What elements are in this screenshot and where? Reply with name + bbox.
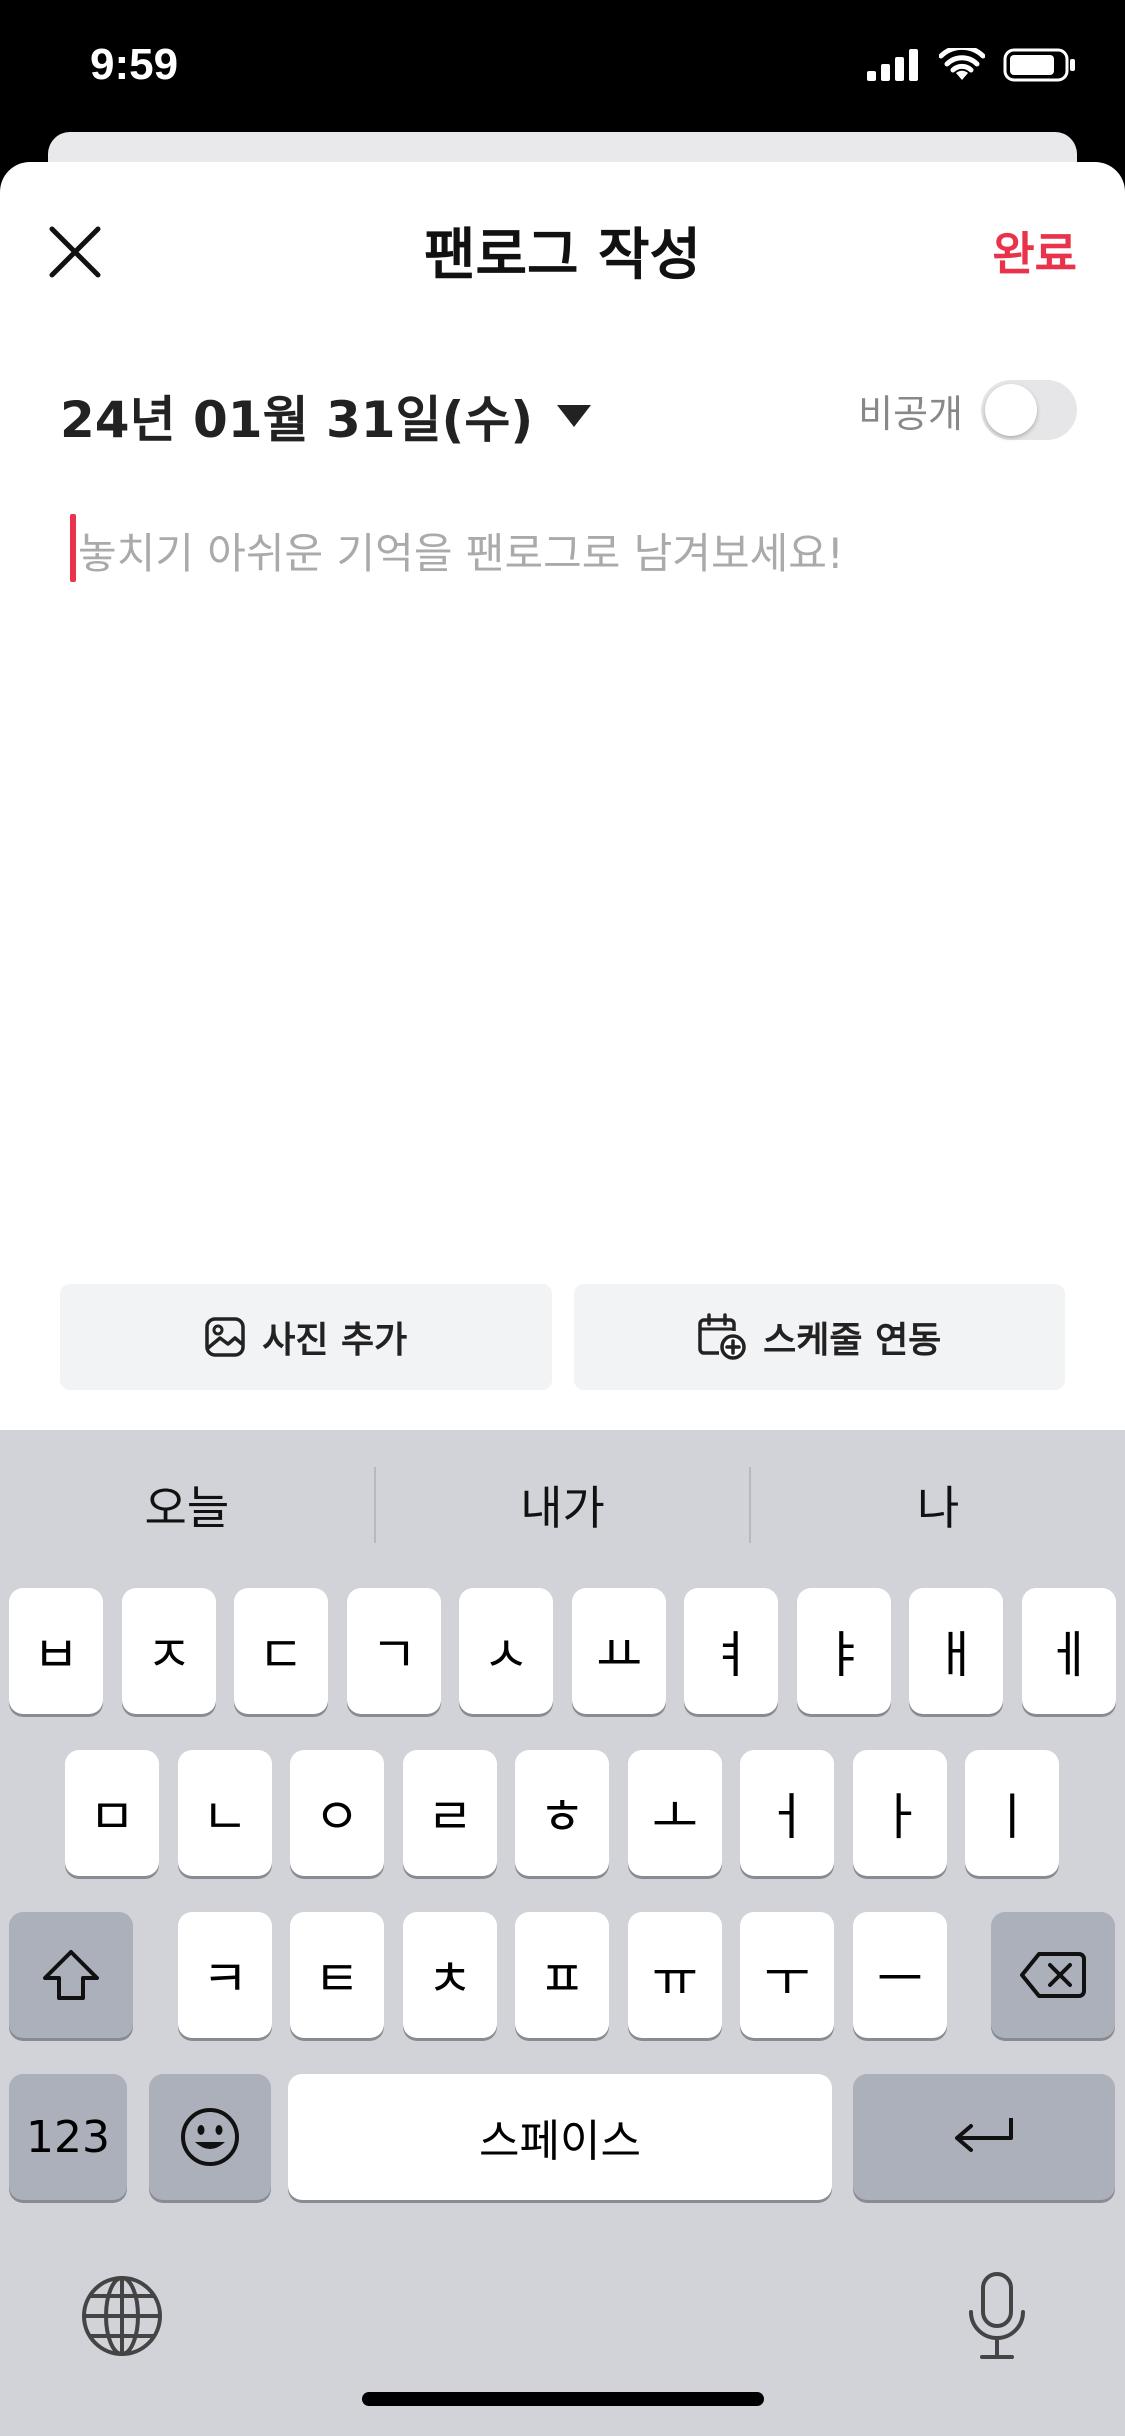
schedule-link-button[interactable]: 스케줄 연동	[573, 1284, 1065, 1390]
privacy-setting: 비공개	[858, 380, 1077, 440]
home-indicator	[362, 2392, 764, 2406]
key[interactable]: ㅍ	[515, 1912, 609, 2038]
toggle-knob	[985, 384, 1037, 436]
suggestion-1[interactable]: 오늘	[0, 1472, 374, 1538]
schedule-link-label: 스케줄 연동	[763, 1320, 942, 1361]
emoji-icon	[181, 2108, 239, 2166]
wifi-icon	[939, 48, 985, 80]
key[interactable]: ㅕ	[684, 1588, 778, 1714]
battery-icon	[1003, 48, 1075, 82]
dictation-button[interactable]	[966, 2270, 1028, 2366]
content-textarea[interactable]: 놓치기 아쉬운 기억을 팬로그로 남겨보세요!	[70, 512, 1060, 912]
space-key[interactable]: 스페이스	[288, 2074, 832, 2200]
key[interactable]: ㅣ	[965, 1750, 1059, 1876]
selected-date: 24년 01월 31일(수)	[60, 391, 534, 449]
key[interactable]: ㄴ	[178, 1750, 272, 1876]
text-cursor	[70, 514, 76, 582]
key[interactable]: ㅎ	[515, 1750, 609, 1876]
fanlog-compose-sheet: 팬로그 작성 완료 24년 01월 31일(수) 비공개 놓치기 아쉬운 기억을…	[0, 162, 1125, 1430]
key[interactable]: ㄷ	[234, 1588, 328, 1714]
page-title: 팬로그 작성	[423, 223, 702, 288]
key[interactable]: ㅈ	[122, 1588, 216, 1714]
microphone-icon	[969, 2272, 1025, 2359]
key[interactable]: ㅡ	[853, 1912, 947, 2038]
status-bar: 9:59	[0, 0, 1125, 140]
numbers-key[interactable]: 123	[9, 2074, 127, 2200]
key[interactable]: ㅁ	[65, 1750, 159, 1876]
key[interactable]: ㅊ	[403, 1912, 497, 2038]
key[interactable]: ㅏ	[853, 1750, 947, 1876]
action-buttons: 사진 추가 스케줄 연동	[60, 1284, 1065, 1390]
privacy-toggle[interactable]	[981, 380, 1077, 440]
suggestion-3[interactable]: 나	[751, 1472, 1125, 1538]
return-icon	[955, 2118, 1013, 2152]
key[interactable]: ㅠ	[628, 1912, 722, 2038]
date-selector[interactable]: 24년 01월 31일(수)	[60, 380, 592, 452]
key[interactable]: ㄱ	[347, 1588, 441, 1714]
suggestion-bar: 오늘 내가 나	[0, 1430, 1125, 1580]
keyboard: 오늘 내가 나 ㅂ ㅈ ㄷ ㄱ ㅅ ㅛ ㅕ ㅑ ㅐ ㅔ ㅁ ㄴ ㅇ ㄹ ㅎ ㅗ …	[0, 1430, 1125, 2436]
key[interactable]: ㅐ	[909, 1588, 1003, 1714]
return-key[interactable]	[853, 2074, 1115, 2200]
suggestion-2[interactable]: 내가	[376, 1472, 750, 1538]
key[interactable]: ㅔ	[1022, 1588, 1116, 1714]
shift-icon	[43, 1950, 99, 2000]
key[interactable]: ㅑ	[797, 1588, 891, 1714]
key[interactable]: ㅅ	[459, 1588, 553, 1714]
key[interactable]: ㅇ	[290, 1750, 384, 1876]
key[interactable]: ㅌ	[290, 1912, 384, 2038]
add-photo-button[interactable]: 사진 추가	[60, 1284, 552, 1390]
status-time: 9:59	[90, 40, 179, 89]
key[interactable]: ㅋ	[178, 1912, 272, 2038]
privacy-label: 비공개	[858, 391, 963, 436]
shift-key[interactable]	[9, 1912, 133, 2038]
key[interactable]: ㅓ	[740, 1750, 834, 1876]
cellular-signal-icon	[867, 49, 918, 81]
caret-down-icon	[557, 405, 592, 427]
globe-icon	[82, 2276, 162, 2356]
calendar-add-icon	[698, 1313, 746, 1360]
key[interactable]: ㅛ	[572, 1588, 666, 1714]
done-button[interactable]: 완료	[992, 218, 1077, 284]
backspace-icon	[1020, 1952, 1086, 1998]
key[interactable]: ㅜ	[740, 1912, 834, 2038]
key[interactable]: ㅗ	[628, 1750, 722, 1876]
status-icons	[867, 48, 1077, 82]
key[interactable]: ㄹ	[403, 1750, 497, 1876]
content-placeholder: 놓치기 아쉬운 기억을 팬로그로 남겨보세요!	[78, 529, 844, 578]
backspace-key[interactable]	[991, 1912, 1115, 2038]
globe-button[interactable]	[80, 2274, 164, 2362]
image-icon	[205, 1317, 245, 1357]
add-photo-label: 사진 추가	[262, 1320, 408, 1361]
emoji-key[interactable]	[149, 2074, 271, 2200]
key[interactable]: ㅂ	[9, 1588, 103, 1714]
